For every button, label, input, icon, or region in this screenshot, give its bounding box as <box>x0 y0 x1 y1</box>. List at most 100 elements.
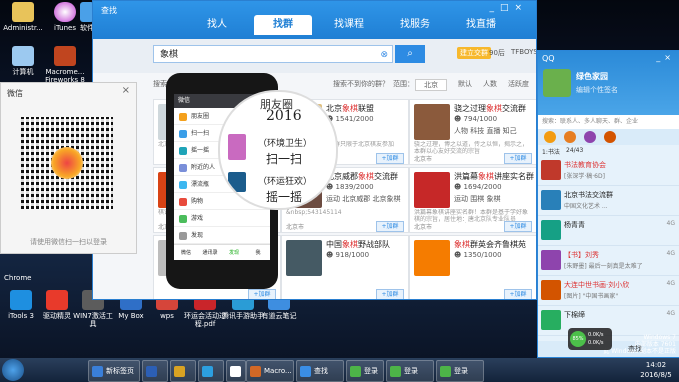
taskbar-item[interactable] <box>170 360 196 382</box>
app-icon <box>174 365 185 377</box>
avatar <box>541 190 561 210</box>
join-group-button[interactable]: +加群 <box>248 289 276 299</box>
member-count: ☻ 794/1000 <box>454 115 498 123</box>
phone-menu-item[interactable]: 发现 <box>174 229 270 244</box>
close-icon[interactable]: × <box>122 85 130 96</box>
desktop-icon-computer[interactable]: 计算机 <box>2 46 44 76</box>
contact-meta: 4G <box>666 310 675 317</box>
taskbar-item[interactable]: 查找 <box>296 360 344 382</box>
tag-90s[interactable]: 90后 <box>489 48 505 58</box>
member-count: ☻ 1350/1000 <box>454 251 502 259</box>
menu-item-icon <box>179 214 187 223</box>
search-icon: ⌕ <box>407 48 413 59</box>
group-title[interactable]: 中国象棋野战部队 <box>326 239 390 250</box>
promo-badge[interactable]: 建立交群 <box>457 47 491 59</box>
group-card[interactable]: 中国象棋野战部队 ☻ 918/1000 +加群 <box>281 235 409 299</box>
phone-nav-contacts[interactable]: 通讯录 <box>198 245 222 261</box>
tab-find-group[interactable]: 找群 <box>254 15 312 35</box>
tab-find-people[interactable]: 找人 <box>188 15 246 35</box>
group-title[interactable]: 骁之过理象棋交流群 <box>454 103 526 114</box>
sort-default[interactable]: 默认 <box>458 79 472 89</box>
taskbar-item[interactable] <box>198 360 224 382</box>
avatar <box>541 160 561 180</box>
qq-tab-icon[interactable] <box>564 131 576 143</box>
group-title[interactable]: 北京象棋联盟 <box>326 103 374 114</box>
qq-title: QQ <box>542 54 555 63</box>
desktop-icon-administrator[interactable]: Administr... <box>2 2 44 32</box>
contact-meta: 4G <box>666 220 675 227</box>
join-group-button[interactable]: +加群 <box>376 221 404 232</box>
phone-nav-me[interactable]: 我 <box>246 245 270 261</box>
search-input[interactable]: 象棋 ⊗ <box>153 45 393 63</box>
desktop-icon-chrome-partial[interactable]: Chrome <box>4 274 31 282</box>
group-title[interactable]: 北京威郡象棋交流群 <box>326 171 398 182</box>
clear-icon[interactable]: ⊗ <box>380 46 388 64</box>
contact-row[interactable]: 杨青青 4G <box>538 217 679 246</box>
taskbar-item[interactable] <box>142 360 168 382</box>
group-avatar[interactable] <box>414 172 450 208</box>
city-select[interactable]: 北京 <box>415 79 447 91</box>
join-group-button[interactable]: +加群 <box>376 289 404 299</box>
join-group-button[interactable]: +加群 <box>376 153 404 164</box>
fireworks-icon <box>54 46 76 66</box>
contact-name: 【书】刘秀 <box>564 251 599 259</box>
join-group-button[interactable]: +加群 <box>504 289 532 299</box>
qq-signature[interactable]: 编辑个性签名 <box>576 85 618 95</box>
qq-nickname[interactable]: 绿色家园 <box>576 71 608 82</box>
qq-tabs <box>538 129 679 145</box>
join-group-button[interactable]: +加群 <box>504 221 532 232</box>
taskbar-item[interactable]: 登录 <box>346 360 384 382</box>
qq-tab-icon[interactable] <box>604 131 616 143</box>
contact-row[interactable]: 【书】刘秀 [朱野墨] 最后一刻真是太难了 4G <box>538 247 679 276</box>
window-controls[interactable]: _× <box>656 53 675 62</box>
search-button[interactable]: ⌕ <box>395 45 425 63</box>
contact-status: [张深学·稿·6D] <box>564 173 605 180</box>
group-location: 北京市 <box>414 224 433 231</box>
taskbar-item[interactable]: 新标签页 <box>88 360 140 382</box>
qq-tab-icon[interactable] <box>544 131 556 143</box>
group-avatar[interactable] <box>414 104 450 140</box>
phone-nav-chats[interactable]: 微信 <box>174 245 198 261</box>
member-count: ☻ 1541/2000 <box>326 115 374 123</box>
phone-nav-discover[interactable]: 发现 <box>222 245 246 261</box>
tab-find-service[interactable]: 找服务 <box>386 15 444 35</box>
sort-members[interactable]: 人数 <box>483 79 497 89</box>
taskbar-item[interactable]: Macro... <box>246 360 294 382</box>
qq-main-panel: QQ _× 绿色家园 编辑个性签名 搜索：联系人、多人聊天、群、企业 1:书法 … <box>537 50 679 358</box>
member-count: ☻ 918/1000 <box>326 251 370 259</box>
net-up: 0.0K/s <box>588 332 604 338</box>
desktop-icon-fireworks[interactable]: Macrome... Fireworks 8 <box>40 46 90 84</box>
menu-item-icon <box>179 163 187 172</box>
phone-menu-item[interactable]: 游戏 <box>174 212 270 227</box>
qq-tab-icon[interactable] <box>584 131 596 143</box>
contact-name: 下棉缔 <box>564 311 585 319</box>
contact-row[interactable]: 大连中世书画·刘小欣 [图片] "中国书画家" 4G <box>538 277 679 306</box>
group-card[interactable]: 骁之过理象棋交流群 ☻ 794/1000 人物 科技 直播 知己 骁之过理，博之以道，… <box>409 99 536 165</box>
taskbar-item[interactable] <box>226 360 246 382</box>
group-title[interactable]: 洪篇幕象棋讲座实名群 <box>454 171 534 182</box>
group-card[interactable]: 象棋群英会齐鲁棋苑 ☻ 1350/1000 +加群 <box>409 235 536 299</box>
tag-tfboys[interactable]: TFBOYS <box>511 48 536 56</box>
qq-group-header[interactable]: 1:书法 <box>542 147 560 156</box>
group-avatar[interactable] <box>286 240 322 276</box>
network-widget[interactable]: 85% 0.0K/s 0.0K/s <box>568 328 612 350</box>
group-avatar[interactable] <box>414 240 450 276</box>
window-controls[interactable]: _□× <box>489 3 528 13</box>
avatar[interactable] <box>543 69 571 97</box>
zoom-tag-carnival: （环运狂欢） <box>258 177 313 187</box>
zoom-year: 2016 <box>266 108 302 124</box>
tab-find-live[interactable]: 找直播 <box>452 15 510 35</box>
tab-find-course[interactable]: 找课程 <box>320 15 378 35</box>
contact-row[interactable]: 北京书法交流群 中国文化艺术 ... <box>538 187 679 216</box>
taskbar-item[interactable]: 登录 <box>436 360 484 382</box>
group-card[interactable]: 洪篇幕象棋讲座实名群 ☻ 1694/2000 运动 围棋 象棋 洪篇幕象棋讲座实名群！… <box>409 167 536 233</box>
start-button[interactable] <box>2 359 24 381</box>
filter-hint[interactable]: 搜索不到你的群？ <box>333 79 389 89</box>
join-group-button[interactable]: +加群 <box>504 153 532 164</box>
contact-row[interactable]: 书法教育协会 [张深学·稿·6D] <box>538 157 679 186</box>
clock[interactable]: 14:02 2016/8/5 <box>636 360 676 380</box>
sort-activity[interactable]: 活跃度 <box>508 79 529 89</box>
qq-search-input[interactable]: 搜索：联系人、多人聊天、群、企业 <box>538 115 679 129</box>
group-title[interactable]: 象棋群英会齐鲁棋苑 <box>454 239 526 250</box>
taskbar-item[interactable]: 登录 <box>386 360 434 382</box>
